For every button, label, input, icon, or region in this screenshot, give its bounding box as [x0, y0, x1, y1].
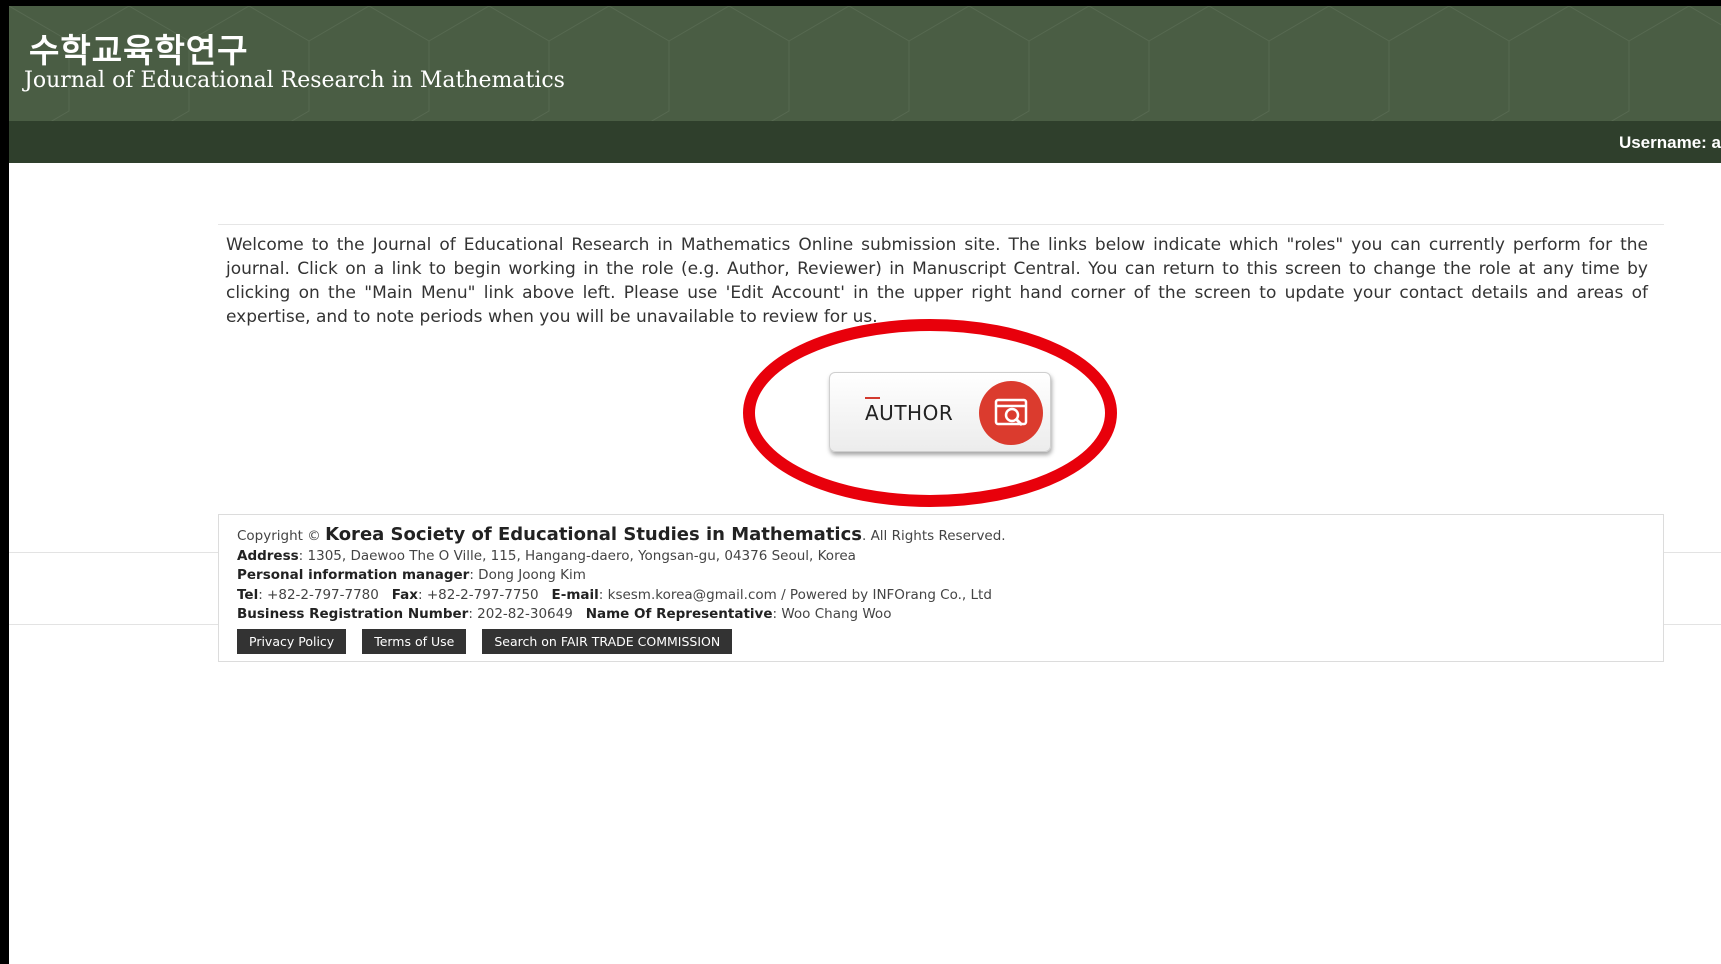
organization-name: Korea Society of Educational Studies in … — [325, 524, 862, 545]
copyright-line: Copyright © Korea Society of Educational… — [237, 525, 1006, 547]
contact-line: Tel: +82-2-797-7780 Fax: +82-2-797-7750 … — [237, 586, 992, 603]
site-footer: Copyright © Korea Society of Educational… — [218, 514, 1664, 662]
registration-line: Business Registration Number: 202-82-306… — [237, 606, 892, 622]
welcome-message: Welcome to the Journal of Educational Re… — [226, 235, 1648, 327]
address-line: Address: 1305, Daewoo The O Ville, 115, … — [237, 547, 856, 564]
username-label: Username: a — [1618, 133, 1721, 152]
privacy-manager-line: Personal information manager: Dong Joong… — [237, 567, 586, 583]
page: 수학교육학연구 Journal of Educational Research … — [0, 0, 1721, 964]
site-title-korean[interactable]: 수학교육학연구 — [29, 24, 249, 72]
terms-of-use-button[interactable]: Terms of Use — [362, 629, 467, 654]
site-header: 수학교육학연구 Journal of Educational Research … — [9, 6, 1721, 121]
highlight-circle-annotation — [743, 319, 1117, 507]
window-left-border — [0, 0, 9, 964]
privacy-policy-button[interactable]: Privacy Policy — [237, 629, 347, 654]
top-navbar: Username: a — [9, 121, 1721, 163]
email-link[interactable]: : ksesm.korea@gmail.com / Powered by INF… — [599, 587, 992, 603]
fair-trade-search-button[interactable]: Search on FAIR TRADE COMMISSION — [482, 629, 733, 654]
site-title-english[interactable]: Journal of Educational Research in Mathe… — [24, 68, 565, 93]
copyright-prefix: Copyright © — [237, 528, 321, 544]
footer-info: Copyright © Korea Society of Educational… — [237, 525, 1006, 625]
hexagon-pattern-background — [9, 6, 1721, 121]
rights-text: . All Rights Reserved. — [861, 528, 1006, 544]
footer-buttons: Privacy Policy Terms of Use Search on FA… — [237, 629, 733, 654]
content-divider — [218, 224, 1664, 225]
